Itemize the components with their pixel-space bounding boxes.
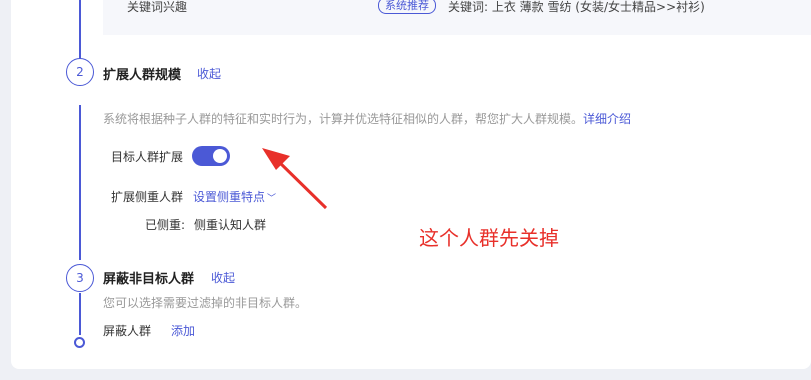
step-3-title: 屏蔽非目标人群 — [103, 272, 195, 287]
step-2-title: 扩展人群规模 — [103, 68, 182, 83]
step-3-description: 您可以选择需要过滤掉的非目标人群。 — [103, 296, 308, 310]
step-2-collapse-link[interactable]: 收起 — [197, 65, 221, 82]
target-expand-label: 目标人群扩展 — [111, 150, 184, 164]
step-rail-top — [79, 0, 81, 60]
set-focus-dropdown[interactable]: 设置侧重特点 ﹀ — [193, 188, 276, 205]
chevron-down-icon: ﹀ — [267, 194, 277, 204]
block-crowd-label: 屏蔽人群 — [103, 324, 152, 338]
step-3-collapse-link[interactable]: 收起 — [211, 269, 235, 286]
set-focus-label: 设置侧重特点 — [193, 190, 266, 204]
step-rail-middle — [79, 105, 81, 260]
keyword-interest-label: 关键词兴趣 — [127, 0, 188, 14]
focused-value: 侧重认知人群 — [194, 218, 267, 232]
step-rail-bottom — [79, 293, 81, 335]
step-2-description-text: 系统将根据种子人群的特征和实时行为，计算并优选特征相似的人群，帮您扩大人群规模。 — [103, 112, 584, 126]
detail-intro-link[interactable]: 详细介绍 — [583, 112, 631, 126]
step-2-indicator: 2 — [66, 58, 94, 86]
system-recommend-tag: 系统推荐 — [378, 0, 436, 14]
toggle-knob — [213, 149, 227, 163]
focused-label: 已侧重: — [145, 218, 186, 232]
target-expand-toggle[interactable] — [192, 146, 230, 166]
step-3-indicator: 3 — [66, 264, 94, 292]
settings-card — [11, 0, 811, 369]
step-2-description: 系统将根据种子人群的特征和实时行为，计算并优选特征相似的人群，帮您扩大人群规模。… — [103, 110, 631, 127]
annotation-text: 这个人群先关掉 — [419, 226, 559, 250]
keyword-summary: 关键词: 上衣 薄款 雪纺 (女装/女士精品>>衬衫) — [448, 0, 705, 14]
add-block-crowd-link[interactable]: 添加 — [171, 322, 195, 339]
focus-crowd-label: 扩展侧重人群 — [111, 190, 184, 204]
step-rail-end-dot — [74, 337, 85, 348]
